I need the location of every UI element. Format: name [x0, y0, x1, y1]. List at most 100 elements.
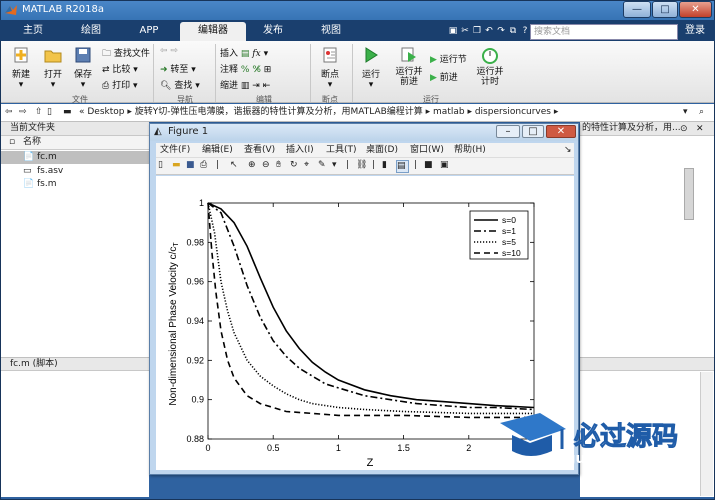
breadcrumb-desktop[interactable]: Desktop: [87, 107, 124, 117]
redo-quick-icon[interactable]: ↷: [496, 23, 506, 39]
save-figure-icon[interactable]: ■: [186, 160, 199, 173]
up-folder-icon[interactable]: ⇧: [35, 104, 43, 121]
tab-home[interactable]: 主页: [10, 22, 56, 41]
breakpoints-button[interactable]: 断点 ▾: [316, 46, 344, 90]
details-header: fc.m (脚本): [1, 357, 149, 371]
insert-button[interactable]: 插入 ▤ fx ▾: [220, 46, 268, 59]
x-tick-label: 1: [336, 443, 341, 453]
colorbar-icon[interactable]: ▮: [382, 160, 395, 173]
separator: [215, 44, 216, 102]
menu-dock-icon[interactable]: ↘: [564, 143, 572, 157]
menu-window[interactable]: 窗口(W): [410, 143, 444, 157]
find-files-button[interactable]: 🗀 查找文件: [102, 46, 150, 62]
rotate-3d-icon[interactable]: ↻: [290, 160, 303, 173]
run-section-button[interactable]: ▶ 运行节: [430, 52, 467, 65]
vertical-scrollbar[interactable]: [684, 168, 694, 220]
close-button[interactable]: ✕: [679, 1, 712, 18]
menu-help[interactable]: 帮助(H): [454, 143, 486, 157]
tab-editor[interactable]: 编辑器: [180, 22, 246, 41]
wrap-icon[interactable]: ⊞: [264, 65, 272, 75]
tab-view[interactable]: 视图: [304, 22, 358, 41]
figure-minimize-button[interactable]: –: [496, 125, 520, 138]
file-item-fc[interactable]: 📄 fc.m: [1, 151, 149, 164]
tab-plots[interactable]: 绘图: [64, 22, 118, 41]
link-plot-icon[interactable]: ⛓︎: [356, 160, 369, 173]
breadcrumb-project[interactable]: 旋转Y切-弹性压电薄膜，谐振器的特性计算及分析，用MATLAB编程计算: [135, 107, 423, 117]
new-figure-icon[interactable]: ▯: [158, 160, 171, 173]
smart-indent-icon[interactable]: ▥: [241, 81, 250, 91]
watermark-logo-icon: 必过源码 Biguo100.com: [500, 413, 679, 467]
address-bar[interactable]: ⇦ ⇨ ⇧ ▯ ▬ « Desktop ▸ 旋转Y切-弹性压电薄膜，谐振器的特性…: [1, 104, 714, 122]
indent-increase-icon[interactable]: ⇥: [252, 81, 260, 91]
save-quick-icon[interactable]: ▣: [448, 23, 458, 39]
pan-hand-icon[interactable]: ✋︎: [276, 160, 289, 173]
save-label: 保存: [73, 70, 92, 80]
undo-quick-icon[interactable]: ↶: [484, 23, 494, 39]
search-documentation-input[interactable]: 搜索文档: [530, 24, 678, 40]
figure-close-button[interactable]: ✕: [546, 125, 576, 138]
breadcrumb-dispersioncurves[interactable]: dispersioncurves: [475, 107, 551, 117]
figure-title-bar[interactable]: ◭ Figure 1 – □ ✕: [150, 124, 578, 141]
brush-icon[interactable]: ✎: [318, 160, 331, 173]
copy-quick-icon[interactable]: ❐: [472, 23, 482, 39]
tab-publish[interactable]: 发布: [250, 22, 296, 41]
search-folder-icon[interactable]: ⌕: [699, 104, 704, 121]
login-button[interactable]: 登录: [680, 22, 710, 40]
indent-decrease-icon[interactable]: ⇤: [263, 81, 271, 91]
open-button[interactable]: 打开 ▾: [40, 46, 66, 90]
run-and-advance-button[interactable]: 运行并 前进: [392, 46, 426, 87]
find-button[interactable]: 🔍︎ 查找 ▾: [160, 78, 200, 91]
menu-file[interactable]: 文件(F): [160, 143, 190, 157]
hide-plot-tools-icon[interactable]: ■: [424, 160, 437, 173]
breadcrumb-matlab[interactable]: matlab: [433, 107, 465, 117]
indent-button[interactable]: 缩进 ▥ ⇥ ⇤: [220, 78, 270, 91]
legend-icon[interactable]: ▤: [396, 160, 409, 173]
menu-view[interactable]: 查看(V): [244, 143, 275, 157]
back-arrow-icon[interactable]: ⇦: [5, 104, 13, 121]
print-button[interactable]: ⎙ 打印 ▾: [102, 78, 137, 91]
advance-button[interactable]: ▶ 前进: [430, 70, 458, 83]
menu-edit[interactable]: 编辑(E): [202, 143, 233, 157]
zoom-in-icon[interactable]: ⊕: [248, 160, 261, 173]
comment-toggle-icon[interactable]: %̸: [252, 65, 261, 75]
pointer-icon[interactable]: ↖: [230, 160, 243, 173]
forward-arrow-icon[interactable]: ⇨: [19, 104, 27, 121]
browse-folder-icon[interactable]: ▯: [47, 104, 52, 121]
run-button[interactable]: 运行 ▾: [356, 46, 386, 90]
cut-quick-icon[interactable]: ✂: [460, 23, 470, 39]
help-quick-icon[interactable]: ?: [520, 23, 530, 39]
minimize-button[interactable]: —: [623, 1, 651, 18]
figure-title: Figure 1: [168, 126, 209, 137]
edit-tool-icon[interactable]: ▾: [264, 49, 269, 59]
panel-close-icon[interactable]: ✕: [696, 124, 704, 134]
name-column-header[interactable]: 名称 ▫: [1, 136, 149, 150]
menu-desktop[interactable]: 桌面(D): [366, 143, 398, 157]
data-cursor-icon[interactable]: ⌖: [304, 160, 317, 173]
sort-icon: ▫: [9, 137, 16, 147]
goto-button[interactable]: ➜ 转至 ▾: [160, 62, 196, 75]
switch-windows-icon[interactable]: ⧉: [508, 23, 518, 39]
run-advance-label: 运行并 前进: [395, 67, 423, 87]
tab-apps[interactable]: APP: [124, 22, 174, 41]
file-item-fs[interactable]: 📄 fs.m: [1, 178, 149, 191]
menu-insert[interactable]: 插入(I): [286, 143, 314, 157]
maximize-button[interactable]: □: [652, 1, 678, 18]
save-button[interactable]: 保存 ▾: [70, 46, 96, 90]
show-plot-tools-icon[interactable]: ▣: [440, 160, 453, 173]
goto-label: 转至: [170, 65, 189, 75]
file-item-fs-asv[interactable]: ▭ fs.asv: [1, 165, 149, 178]
separator: [352, 44, 353, 102]
comment-button[interactable]: 注释 % %̸ ⊞: [220, 62, 271, 75]
open-file-icon[interactable]: ▬: [172, 160, 185, 173]
print-figure-icon[interactable]: ⎙: [200, 160, 213, 173]
run-and-time-button[interactable]: 运行并 计时: [474, 46, 506, 87]
menu-tools[interactable]: 工具(T): [326, 143, 357, 157]
panel-menu-icon[interactable]: ⊙: [680, 124, 688, 134]
brush-dropdown-icon[interactable]: ▾: [332, 160, 345, 173]
fx-button[interactable]: fx: [252, 49, 260, 59]
address-dropdown-icon[interactable]: ▾: [683, 104, 688, 121]
compare-button[interactable]: ⇄ 比较 ▾: [102, 62, 138, 75]
zoom-out-icon[interactable]: ⊖: [262, 160, 275, 173]
figure-maximize-button[interactable]: □: [522, 125, 544, 138]
new-button[interactable]: 新建 ▾: [8, 46, 34, 90]
